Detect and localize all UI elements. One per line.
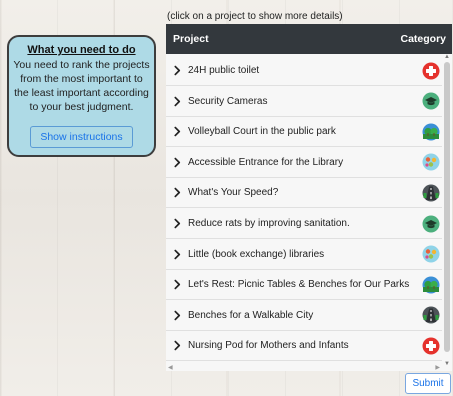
project-label: Security Cameras [188, 95, 268, 107]
chevron-right-icon[interactable] [166, 249, 182, 260]
road-icon [422, 184, 440, 202]
project-row[interactable]: Reduce rats by improving sanitation. [166, 209, 442, 239]
health-icon [422, 337, 440, 355]
project-row[interactable]: What's Your Speed? [166, 178, 442, 209]
project-row[interactable]: Let's Rest: Picnic Tables & Benches for … [166, 270, 442, 301]
project-label: Accessible Entrance for the Library [188, 156, 344, 168]
category-column-header: Category [400, 33, 446, 45]
instructions-text: You need to rank the projects from the m… [13, 59, 150, 113]
project-row[interactable]: 24H public toilet [166, 56, 442, 86]
parks-icon [422, 276, 440, 294]
vertical-scrollbar[interactable]: ▲ ▼ [443, 54, 451, 371]
project-table: Project Category 24H public toilet Securi… [166, 24, 452, 371]
project-label: Nursing Pod for Mothers and Infants [188, 340, 349, 352]
scroll-right-arrow-icon[interactable]: ▶ [435, 365, 440, 371]
project-row[interactable]: Security Cameras [166, 86, 442, 117]
parks-icon [422, 123, 440, 141]
submit-button[interactable]: Submit [405, 373, 451, 394]
chevron-right-icon[interactable] [166, 187, 182, 198]
project-label: 24H public toilet [188, 65, 260, 76]
project-label: Benches for a Walkable City [188, 309, 314, 321]
scroll-down-arrow-icon[interactable]: ▼ [444, 361, 450, 367]
details-hint: (click on a project to show more details… [167, 11, 343, 22]
project-column-header: Project [173, 33, 209, 45]
horizontal-scrollbar[interactable]: ◀ ▶ [166, 365, 442, 371]
show-instructions-button[interactable]: Show instructions [30, 126, 133, 148]
instructions-title: What you need to do [27, 44, 136, 56]
chevron-right-icon[interactable] [166, 157, 182, 168]
health-icon [422, 62, 440, 80]
project-label: Little (book exchange) libraries [188, 248, 325, 260]
chevron-right-icon[interactable] [166, 96, 182, 107]
education-icon [422, 215, 440, 233]
community-icon [422, 245, 440, 263]
chevron-right-icon[interactable] [166, 279, 182, 290]
chevron-right-icon[interactable] [166, 65, 182, 76]
project-label: Reduce rats by improving sanitation. [188, 218, 350, 229]
project-label: Let's Rest: Picnic Tables & Benches for … [188, 279, 410, 291]
scroll-up-arrow-icon[interactable]: ▲ [444, 54, 450, 60]
project-row[interactable]: Nursing Pod for Mothers and Infants [166, 331, 442, 362]
scroll-left-arrow-icon[interactable]: ◀ [168, 365, 173, 371]
project-list: 24H public toilet Security Cameras Volleyb… [166, 54, 452, 371]
project-row[interactable]: Benches for a Walkable City [166, 300, 442, 331]
table-header: Project Category [166, 24, 452, 54]
chevron-right-icon[interactable] [166, 310, 182, 321]
instructions-panel: What you need to do You need to rank the… [7, 35, 156, 157]
chevron-right-icon[interactable] [166, 340, 182, 351]
chevron-right-icon[interactable] [166, 218, 182, 229]
scroll-thumb[interactable] [444, 62, 450, 352]
project-row[interactable]: Volleyball Court in the public park [166, 117, 442, 148]
education-icon [422, 92, 440, 110]
project-row[interactable]: Accessible Entrance for the Library [166, 147, 442, 178]
project-label: What's Your Speed? [188, 187, 279, 199]
chevron-right-icon[interactable] [166, 126, 182, 137]
project-row[interactable]: Little (book exchange) libraries [166, 239, 442, 270]
community-icon [422, 153, 440, 171]
project-label: Volleyball Court in the public park [188, 126, 336, 138]
road-icon [422, 306, 440, 324]
